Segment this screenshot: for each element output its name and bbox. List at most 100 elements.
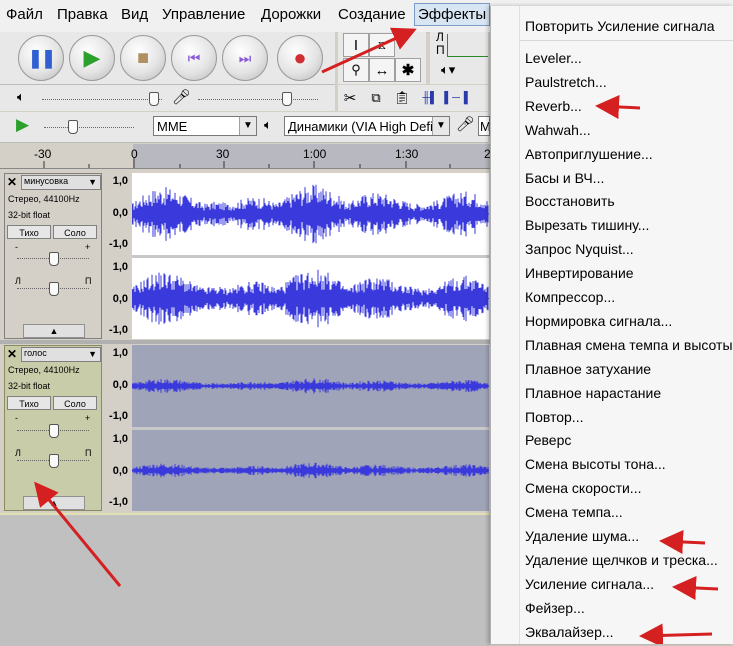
play-at-speed-button[interactable]: ▶	[16, 115, 29, 135]
effects-menu-item[interactable]: Paulstretch...	[525, 74, 607, 90]
effects-menu-item[interactable]: Плавное затухание	[525, 361, 651, 377]
effects-menu-item[interactable]: Басы и ВЧ...	[525, 170, 604, 186]
speed-slider[interactable]	[68, 120, 78, 134]
effects-menu-item[interactable]: Вырезать тишину...	[525, 217, 649, 233]
track-control-panel[interactable]: ✕ голос ▼ Стерео, 44100Hz 32-bit float Т…	[4, 345, 102, 511]
trim-button[interactable]: ╫▌	[418, 87, 442, 109]
menu-generate[interactable]: Создание	[338, 6, 406, 23]
track-name: голос	[24, 348, 47, 358]
track-name-menu[interactable]: минусовка ▼	[21, 175, 101, 190]
waveform-channel-left[interactable]	[132, 173, 489, 255]
paste-button[interactable]: 📋︎	[390, 87, 414, 109]
effects-menu-item[interactable]: Восстановить	[525, 193, 615, 209]
timeline-ruler[interactable]: -30 0 30 1:00 1:30 2	[0, 144, 491, 169]
scale-label: -1,0	[109, 238, 128, 250]
effects-menu-item[interactable]: Эквалайзер...	[525, 624, 614, 640]
effects-menu-item[interactable]: Запрос Nyquist...	[525, 241, 634, 257]
effects-menu-item[interactable]: Реверс	[525, 432, 571, 448]
silence-icon: ▌─▐	[444, 92, 468, 104]
effects-menu-item[interactable]: Плавная смена темпа и высоты	[525, 337, 733, 353]
silence-button[interactable]: ▌─▐	[444, 87, 468, 109]
skip-to-end-button[interactable]: ⏭	[222, 35, 268, 81]
track-name: минусовка	[24, 176, 69, 186]
input-mic-icon: 🎤︎	[456, 116, 476, 133]
track-bit-depth: 32-bit float	[8, 381, 51, 391]
solo-button[interactable]: Соло	[53, 396, 97, 410]
skip-end-icon: ⏭	[238, 49, 252, 66]
menu-separator	[519, 40, 733, 41]
effects-menu-item[interactable]: Повторить Усиление сигнала	[525, 18, 715, 34]
waveform	[132, 269, 489, 328]
play-button[interactable]: ▶	[69, 35, 115, 81]
selection-tool-button[interactable]: I	[343, 33, 369, 57]
empty-track-area[interactable]	[0, 513, 490, 646]
track-name-menu[interactable]: голос ▼	[21, 347, 101, 362]
copy-button[interactable]: ⧉	[364, 87, 388, 109]
effects-menu-item[interactable]: Фейзер...	[525, 600, 585, 616]
effects-menu-item[interactable]: Нормировка сигнала...	[525, 313, 672, 329]
chevron-down-icon: ▼	[239, 117, 256, 135]
envelope-tool-button[interactable]: ⧖	[369, 33, 395, 57]
menu-effects[interactable]: Эффекты	[414, 3, 491, 26]
effects-menu-item[interactable]: Инвертирование	[525, 265, 634, 281]
mute-button[interactable]: Тихо	[7, 225, 51, 239]
playback-meter[interactable]	[447, 34, 488, 57]
close-icon[interactable]: ✕	[7, 175, 17, 189]
effects-menu-item[interactable]: Wahwah...	[525, 122, 591, 138]
meter-left-label: Л	[436, 30, 444, 44]
cut-button[interactable]: ✂	[338, 87, 362, 109]
menu-edit[interactable]: Правка	[57, 6, 108, 23]
gain-plus-label: +	[85, 242, 91, 252]
gain-slider[interactable]	[49, 252, 59, 266]
solo-button[interactable]: Соло	[53, 225, 97, 239]
effects-menu-item[interactable]: Смена высоты тона...	[525, 456, 666, 472]
menu-view[interactable]: Вид	[121, 6, 148, 23]
waveform-channel-right[interactable]	[132, 258, 489, 339]
pan-left-label: Л	[15, 276, 21, 286]
paste-icon: 📋︎	[393, 90, 411, 105]
vertical-ruler	[102, 345, 132, 511]
triangle-up-icon: ▲	[49, 498, 59, 508]
menu-tracks[interactable]: Дорожки	[261, 6, 321, 23]
output-device-select[interactable]: Динамики (VIA High Defi ▼	[284, 116, 450, 136]
pause-button[interactable]: ❚❚	[18, 35, 64, 81]
effects-menu-item[interactable]: Смена скорости...	[525, 480, 641, 496]
record-button[interactable]: ●	[277, 35, 323, 81]
effects-menu-item[interactable]: Автоприглушение...	[525, 146, 653, 162]
effects-menu-item[interactable]: Повтор...	[525, 409, 583, 425]
track-control-panel[interactable]: ✕ минусовка ▼ Стерео, 44100Hz 32-bit flo…	[4, 173, 102, 339]
scale-label: 0,0	[112, 465, 128, 477]
mute-button[interactable]: Тихо	[7, 396, 51, 410]
output-device-value: Динамики (VIA High Defi	[288, 119, 433, 134]
effects-menu-item[interactable]: Плавное нарастание	[525, 385, 661, 401]
waveform-channel-right[interactable]	[132, 430, 489, 511]
menu-transport[interactable]: Управление	[162, 6, 245, 23]
effects-menu-item[interactable]: Удаление щелчков и треска...	[525, 552, 718, 568]
zoom-tool-button[interactable]: ⚲	[343, 58, 369, 82]
waveform-channel-left[interactable]	[132, 345, 489, 427]
collapse-button[interactable]: ▲	[23, 496, 85, 510]
magnifier-icon: ⚲	[351, 62, 361, 77]
menu-file[interactable]: Файл	[6, 6, 43, 23]
effects-menu-item[interactable]: Усиление сигнала...	[525, 576, 654, 592]
multi-tool-button[interactable]: ✱	[395, 58, 421, 82]
audio-host-select[interactable]: MME ▼	[153, 116, 257, 136]
stop-button[interactable]: ■	[120, 35, 166, 81]
scale-label: 1,0	[112, 347, 128, 359]
input-volume-slider[interactable]	[282, 92, 292, 106]
output-volume-icon: 🔈︎	[17, 89, 25, 104]
input-device-select[interactable]: M	[478, 116, 490, 136]
pan-slider[interactable]	[49, 454, 59, 468]
effects-menu-item[interactable]: Reverb...	[525, 98, 582, 114]
output-volume-slider[interactable]	[149, 92, 159, 106]
gain-slider[interactable]	[49, 424, 59, 438]
timeshift-tool-button[interactable]: ↔	[369, 58, 395, 82]
close-icon[interactable]: ✕	[7, 347, 17, 361]
collapse-button[interactable]: ▲	[23, 324, 85, 338]
pan-slider[interactable]	[49, 282, 59, 296]
effects-menu-item[interactable]: Смена темпа...	[525, 504, 623, 520]
effects-menu-item[interactable]: Удаление шума...	[525, 528, 639, 544]
skip-to-start-button[interactable]: ⏮	[171, 35, 217, 81]
effects-menu-item[interactable]: Компрессор...	[525, 289, 615, 305]
effects-menu-item[interactable]: Leveler...	[525, 50, 582, 66]
